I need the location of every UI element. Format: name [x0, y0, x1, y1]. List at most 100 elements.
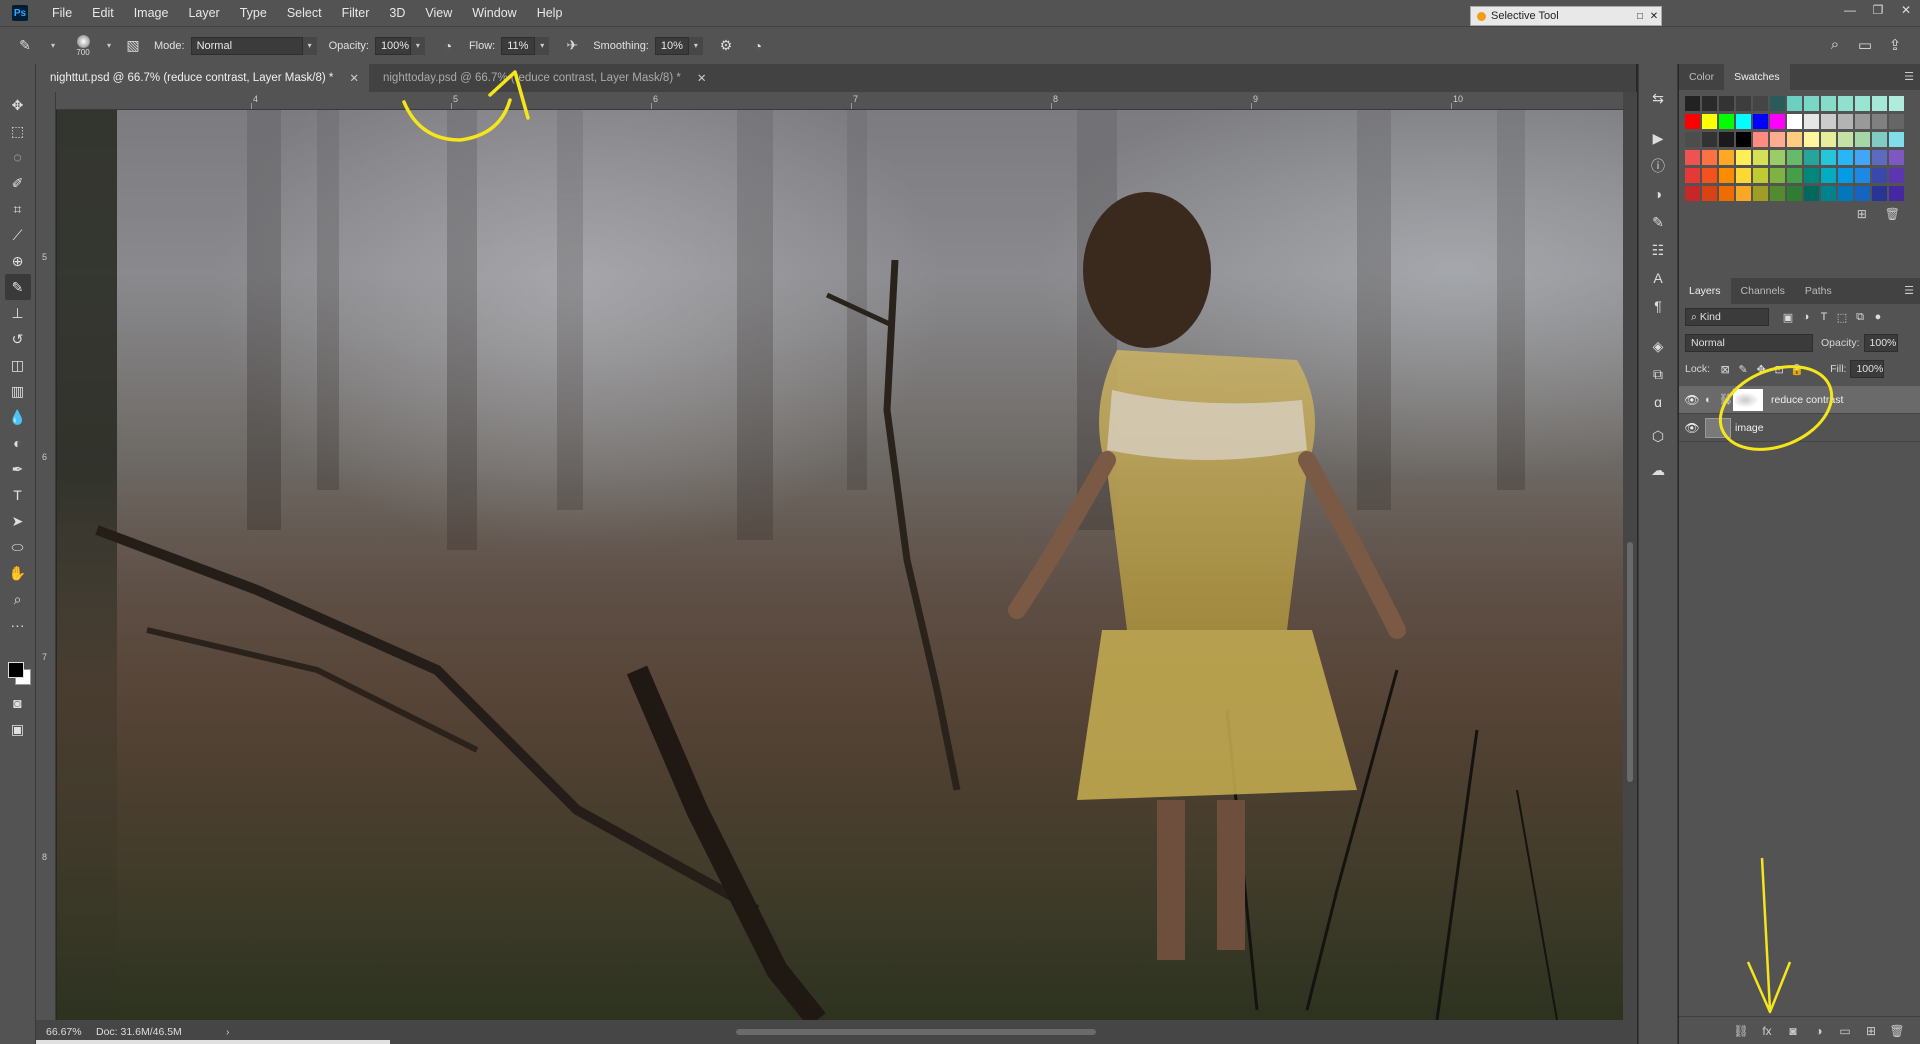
close-icon[interactable]: ✕ [1647, 11, 1661, 22]
fill-input[interactable]: 100% [1850, 360, 1885, 378]
tab-nighttoday[interactable]: nighttoday.psd @ 66.7% (reduce contrast,… [369, 64, 716, 92]
channels-icon[interactable]: ◈ [1644, 332, 1672, 360]
lock-transparent-icon[interactable]: ⊠ [1716, 363, 1734, 376]
swatch[interactable] [1855, 114, 1870, 129]
blur-tool-icon[interactable]: 💧 [5, 404, 31, 430]
menu-filter[interactable]: Filter [332, 0, 380, 26]
swatch[interactable] [1719, 96, 1734, 111]
smoothing-input[interactable]: 10% [654, 36, 689, 55]
lock-all-icon[interactable]: 🔒 [1788, 363, 1806, 376]
clone-stamp-tool-icon[interactable]: ⊥ [5, 300, 31, 326]
actions-play-icon[interactable]: ▶ [1644, 124, 1672, 152]
swatch[interactable] [1838, 132, 1853, 147]
swatch[interactable] [1787, 114, 1802, 129]
crop-tool-icon[interactable]: ⌗ [5, 196, 31, 222]
swatch[interactable] [1719, 150, 1734, 165]
swatch[interactable] [1872, 114, 1887, 129]
3d-icon[interactable]: ⬡ [1644, 422, 1672, 450]
swatch[interactable] [1753, 114, 1768, 129]
swatch[interactable] [1787, 186, 1802, 201]
close-tab-icon[interactable]: ✕ [697, 71, 707, 85]
properties-icon[interactable]: ☷ [1644, 236, 1672, 264]
swatch[interactable] [1736, 96, 1751, 111]
delete-swatch-icon[interactable]: 🗑 [1885, 207, 1900, 221]
history-panel-icon[interactable]: ⇆ [1644, 84, 1672, 112]
ruler-horizontal[interactable]: 4 5 6 7 8 9 10 [56, 92, 1626, 110]
swatch[interactable] [1753, 132, 1768, 147]
healing-brush-tool-icon[interactable]: ⊕ [5, 248, 31, 274]
pen-tool-icon[interactable]: ✒ [5, 456, 31, 482]
swatch[interactable] [1719, 132, 1734, 147]
swatch[interactable] [1804, 186, 1819, 201]
layer-reduce-contrast[interactable]: 👁 ◐ ⛓ reduce contrast [1679, 386, 1920, 414]
swatch[interactable] [1838, 96, 1853, 111]
swatch[interactable] [1702, 150, 1717, 165]
more-tools-icon[interactable]: ··· [5, 612, 31, 638]
lasso-tool-icon[interactable]: ◌ [5, 144, 31, 170]
link-layers-icon[interactable]: ⛓ [1728, 1024, 1754, 1038]
filter-toggle-icon[interactable]: ● [1869, 311, 1887, 323]
menu-file[interactable]: File [42, 0, 82, 26]
swatch[interactable] [1770, 186, 1785, 201]
menu-type[interactable]: Type [230, 0, 277, 26]
tab-channels[interactable]: Channels [1731, 278, 1795, 304]
swatch[interactable] [1821, 186, 1836, 201]
menu-select[interactable]: Select [277, 0, 332, 26]
vertical-scrollbar[interactable] [1623, 92, 1637, 1022]
menu-edit[interactable]: Edit [82, 0, 124, 26]
info-icon[interactable]: ⓘ [1644, 152, 1672, 180]
swatch[interactable] [1872, 186, 1887, 201]
workspace-icon[interactable]: ▭ [1850, 36, 1880, 54]
share-icon[interactable]: ⇪ [1880, 36, 1910, 54]
brush-tool-icon[interactable]: ✎ [14, 35, 36, 57]
visibility-eye-icon[interactable]: 👁 [1679, 393, 1705, 407]
screen-mode-icon[interactable]: ▣ [5, 716, 31, 742]
tool-preset-caret-icon[interactable]: ▾ [46, 37, 60, 55]
zoom-level[interactable]: 66.67% [36, 1026, 96, 1038]
paragraph-icon[interactable]: ¶ [1644, 292, 1672, 320]
layer-image[interactable]: 👁 image [1679, 414, 1920, 442]
swatch[interactable] [1770, 114, 1785, 129]
status-menu-arrow-icon[interactable]: › [226, 1026, 246, 1038]
layers-menu-icon[interactable]: ☰ [1904, 284, 1914, 297]
quick-mask-icon[interactable]: ◙ [5, 690, 31, 716]
swatch[interactable] [1787, 168, 1802, 183]
horizontal-scrollbar[interactable] [246, 1026, 1637, 1038]
lock-position-icon[interactable]: ✥ [1752, 363, 1770, 376]
lock-image-icon[interactable]: ✎ [1734, 363, 1752, 376]
pressure-size-icon[interactable]: ◔ [747, 35, 769, 57]
link-icon[interactable]: ⛓ [1719, 393, 1733, 406]
opacity-input[interactable]: 100% [374, 36, 411, 55]
restore-window-icon[interactable]: ❐ [1864, 0, 1892, 22]
new-layer-icon[interactable]: ⊞ [1858, 1024, 1884, 1038]
swatch[interactable] [1838, 114, 1853, 129]
menu-view[interactable]: View [415, 0, 462, 26]
swatch[interactable] [1821, 150, 1836, 165]
type-filter-icon[interactable]: T [1815, 311, 1833, 323]
eraser-tool-icon[interactable]: ◫ [5, 352, 31, 378]
foreground-color[interactable] [7, 662, 24, 678]
search-icon[interactable]: ⌕ [1820, 36, 1850, 54]
flow-input[interactable]: 11% [501, 36, 536, 55]
swatch[interactable] [1702, 132, 1717, 147]
swatch[interactable] [1719, 186, 1734, 201]
swatch[interactable] [1685, 150, 1700, 165]
menu-help[interactable]: Help [527, 0, 573, 26]
delete-layer-icon[interactable]: 🗑 [1884, 1024, 1910, 1038]
panel-menu-icon[interactable]: ☰ [1904, 70, 1914, 83]
path-selection-tool-icon[interactable]: ➤ [5, 508, 31, 534]
swatch[interactable] [1855, 186, 1870, 201]
menu-window[interactable]: Window [462, 0, 526, 26]
history-brush-tool-icon[interactable]: ↺ [5, 326, 31, 352]
swatch[interactable] [1804, 96, 1819, 111]
swatch[interactable] [1804, 150, 1819, 165]
swatch[interactable] [1889, 132, 1904, 147]
smart-object-filter-icon[interactable]: ⧉ [1851, 311, 1869, 324]
swatch[interactable] [1753, 168, 1768, 183]
swatch[interactable] [1855, 132, 1870, 147]
horizontal-scroll-thumb[interactable] [736, 1029, 1096, 1035]
swatch[interactable] [1770, 150, 1785, 165]
pressure-opacity-icon[interactable]: ◔ [437, 35, 459, 57]
layer-mask-thumbnail[interactable] [1733, 388, 1763, 411]
brushes-icon[interactable]: ✎ [1644, 208, 1672, 236]
